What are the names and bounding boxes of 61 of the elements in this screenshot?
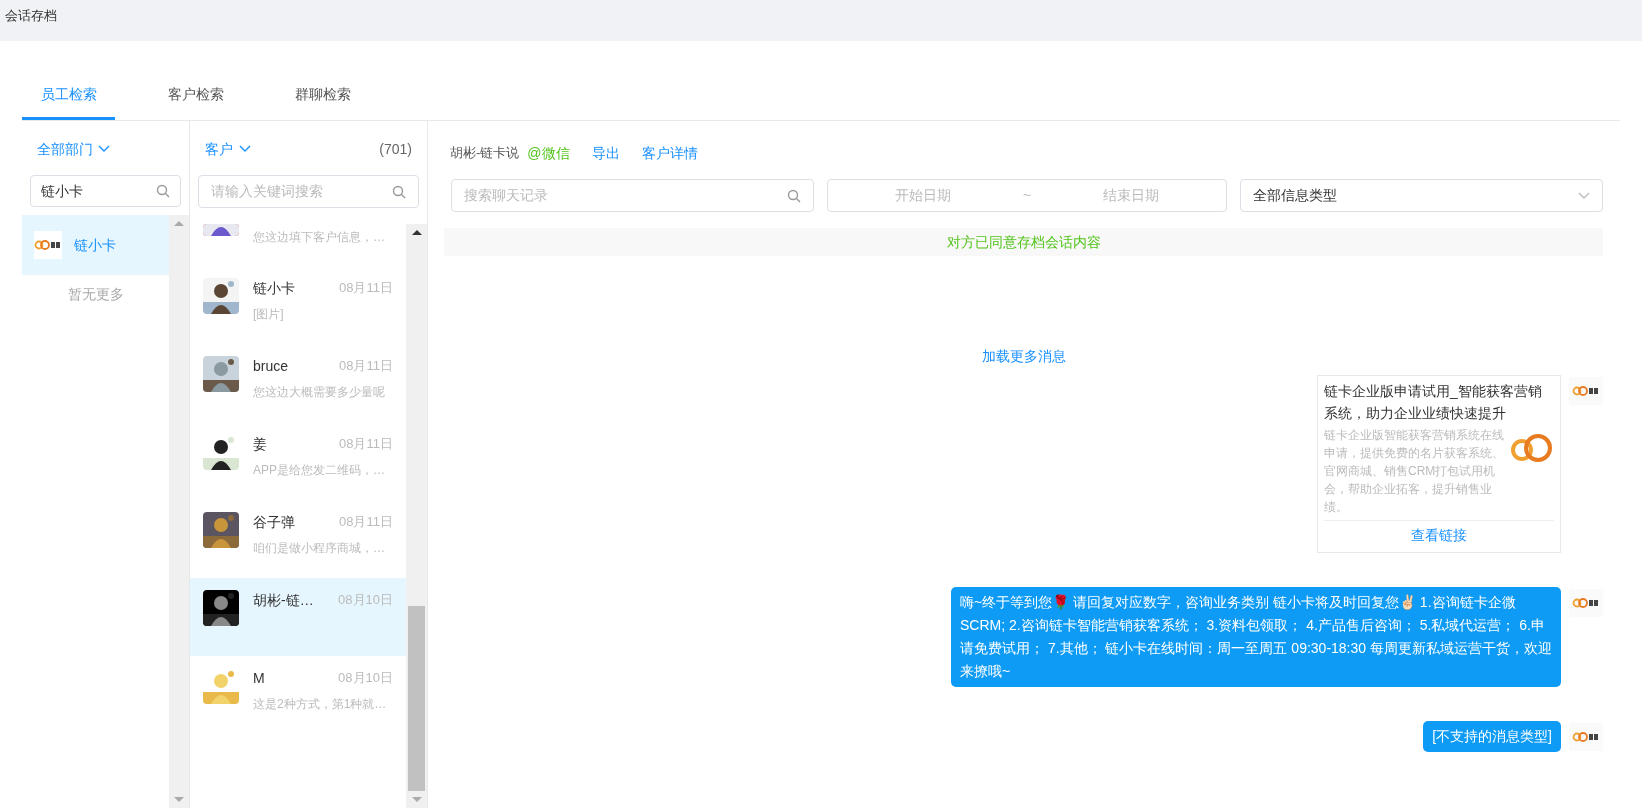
logo-icon (1572, 384, 1600, 398)
scrollbar[interactable] (406, 224, 427, 808)
search-icon (392, 184, 406, 199)
customer-dropdown[interactable]: 客户 (205, 138, 251, 160)
customer-item[interactable]: 链小卡 08月11日 [图片] (190, 266, 406, 344)
logo-icon (34, 238, 62, 252)
action-link[interactable]: 客户详情 (641, 142, 698, 164)
date-range-field[interactable]: 开始日期 ~ 结束日期 (827, 179, 1227, 212)
customer-name: M (253, 669, 265, 688)
search-field[interactable]: 请输入关键词搜索 (198, 175, 419, 208)
message-preview: [图片] (253, 306, 285, 323)
message-preview: 您这边大概需要多少量呢 (253, 384, 386, 401)
chevron-down-icon (98, 145, 110, 153)
staff-item[interactable]: 链小卡 (22, 215, 169, 275)
load-more-link[interactable]: 加载更多消息 (981, 346, 1066, 367)
contact-name: 胡彬-链卡说 (450, 144, 520, 163)
customer-item[interactable]: 您这边填下客户信息，… (190, 224, 406, 266)
window-title: 会话存档 (5, 7, 57, 25)
message-date: 08月11日 (339, 513, 393, 531)
logo-icon (1572, 730, 1600, 744)
search-field[interactable]: 链小卡 (30, 175, 181, 207)
search-icon (156, 184, 170, 198)
customer-item[interactable]: bruce 08月11日 您这边大概需要多少量呢 (190, 344, 406, 422)
customer-item[interactable]: 谷子弹 08月11日 咱们是做小程序商城，… (190, 500, 406, 578)
action-link[interactable]: 导出 (591, 142, 620, 164)
customer-name: 姜 (253, 435, 267, 454)
customer-name: 胡彬-链… (253, 591, 314, 610)
customer-item[interactable]: M 08月10日 这是2种方式，第1种就… (190, 656, 406, 734)
tab[interactable]: 员工检索 (22, 80, 115, 120)
view-link[interactable]: 查看链接 (1411, 525, 1467, 546)
message-preview: 咱们是做小程序商城，… (253, 540, 386, 557)
notice-text: 对方已同意存档会话内容 (946, 232, 1101, 252)
message-date: 08月11日 (339, 279, 393, 297)
logo-icon (1572, 596, 1600, 610)
customer-name: 谷子弹 (253, 513, 295, 532)
tab[interactable]: 群聊检索 (276, 80, 369, 120)
link-card[interactable]: 链卡企业版申请试用_智能获客营销系统，助力企业业绩快速提升 链卡企业版智能获客营销系统在线申请，提供免费的名片获客系统、官网商城、销售CRM打包试用机会，帮助企业拓客，提升销售业绩。 查看链接 (1317, 375, 1561, 553)
message-type-select[interactable]: 全部信息类型 (1239, 179, 1603, 212)
customer-name: 链小卡 (253, 279, 295, 298)
department-dropdown[interactable]: 全部部门 (37, 139, 189, 159)
message-date: 08月10日 (338, 669, 393, 687)
chevron-down-icon (239, 145, 251, 153)
message-date: 08月10日 (338, 591, 393, 609)
chevron-down-icon (1578, 191, 1590, 200)
message-bubble: 嗨~终于等到您🌹 请回复对应数字，咨询业务类别 链小卡将及时回复您✌🏻 1.咨询链卡企微SCRM; 2.咨询链卡智能营销获客系统； 3.资料包领取； 4.产品售后咨询； 5.私域代运营； 6.申请免费试用； 7.其他； 链小卡在线时间：周一至周五 09:30-18:30 每周更新私域运营干货，欢迎来撩哦~ (951, 587, 1561, 687)
source-label: @微信 (527, 143, 570, 163)
message-bubble: [不支持的消息类型] (1423, 721, 1561, 752)
link-title: 链卡企业版申请试用_智能获客营销系统，助力企业业绩快速提升 (1324, 382, 1543, 423)
customer-count: (701) (379, 139, 412, 159)
message-date: 08月11日 (339, 357, 393, 375)
empty-hint: 暂无更多 (66, 285, 125, 304)
customer-name: bruce (253, 357, 289, 376)
message-preview: 您这边填下客户信息，… (253, 229, 386, 246)
search-field[interactable]: 搜索聊天记录 (451, 179, 815, 212)
search-icon (787, 188, 802, 203)
message-date: 08月11日 (339, 435, 393, 453)
customer-item[interactable]: 胡彬-链… 08月10日 (190, 578, 406, 656)
message-preview: 这是2种方式，第1种就… (253, 696, 388, 713)
scrollbar[interactable] (169, 215, 189, 808)
link-description: 链卡企业版智能获客营销系统在线申请，提供免费的名片获客系统、官网商城、销售CRM打包试用机会，帮助企业拓客，提升销售业绩。 (1324, 427, 1504, 516)
tab[interactable]: 客户检索 (149, 80, 242, 120)
